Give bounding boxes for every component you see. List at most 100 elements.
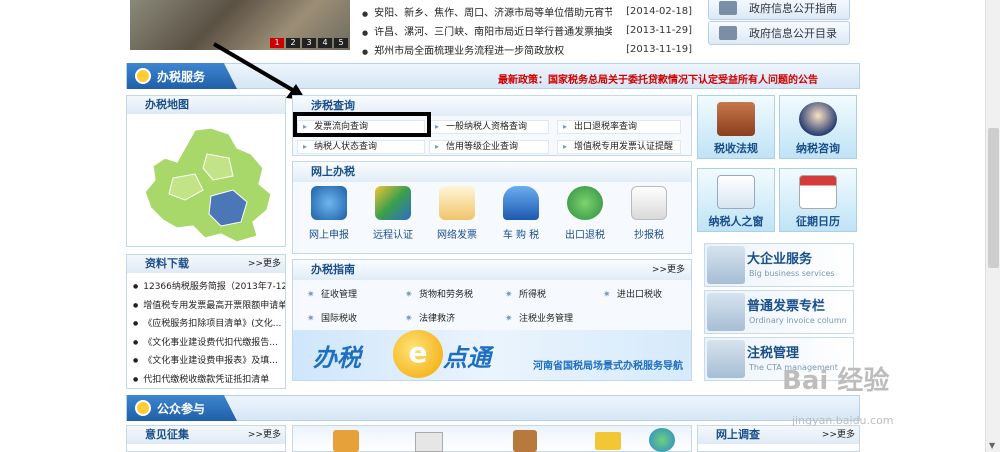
e-point-banner[interactable]: 办税 e 点通 河南省国税局场景式办税服务导航 <box>293 330 691 380</box>
opinion-header: 意见征集 >>更多 <box>127 426 285 444</box>
henan-map[interactable] <box>133 118 283 244</box>
photo-page-5[interactable]: 5 <box>334 38 348 48</box>
online-tax-title: 网上办税 <box>293 162 691 182</box>
law-book-icon <box>717 102 755 136</box>
public-participation-tag: 公众参与 <box>127 395 237 421</box>
online-tax-box: 网上办税 网上申报 远程认证 网络发票 车 购 税 出口退税 抄报税 <box>292 161 692 254</box>
guide-international-tax[interactable]: 国际税收 <box>307 308 357 330</box>
highlight-box <box>293 112 431 137</box>
guide-more-link[interactable]: >>更多 <box>652 260 685 280</box>
banner-e-logo: e <box>393 330 443 378</box>
opinion-more-link[interactable]: >>更多 <box>248 426 281 444</box>
news-title[interactable]: 安阳、新乡、焦作、周口、济源市局等单位借助元宵节、... <box>362 4 612 19</box>
cta-person-icon <box>707 340 745 378</box>
baidu-jingyan-watermark: Bai 经验 <box>782 366 890 396</box>
export-globe-icon <box>567 186 603 220</box>
envelope-icon[interactable] <box>595 432 621 450</box>
invoice-hand-icon <box>707 293 745 331</box>
download-more-link[interactable]: >>更多 <box>248 255 281 273</box>
banner-left-text: 办税 <box>313 344 361 372</box>
gov-info-guide-label: 政府信息公开指南 <box>749 2 837 15</box>
news-title[interactable]: 郑州市局全面梳理业务流程进一步简政放权 <box>362 42 612 57</box>
download-item[interactable]: 《文化事业建设费申报表》及填... <box>133 353 285 372</box>
survey-more-link[interactable]: >>更多 <box>822 426 855 444</box>
public-icons-strip <box>292 425 692 452</box>
download-header: 资料下载 >>更多 <box>127 255 285 273</box>
big-business-service[interactable]: 大企业服务 Big business services <box>704 243 854 287</box>
scrollbar-thumb[interactable] <box>988 128 999 268</box>
globe-icon <box>311 186 347 220</box>
scroll-down-arrow-icon[interactable]: ▼ <box>989 441 995 450</box>
public-participation-bar: 公众参与 <box>126 395 860 421</box>
guide-goods-services-tax[interactable]: 货物和劳务税 <box>405 284 473 306</box>
guide-legal-relief[interactable]: 法律救济 <box>405 308 455 330</box>
tax-law-tile[interactable]: 税收法规 <box>697 95 775 159</box>
remote-certify-button[interactable]: 远程认证 <box>361 186 425 241</box>
document-stack-icon[interactable] <box>415 432 443 452</box>
gov-info-catalog-label: 政府信息公开目录 <box>749 27 837 40</box>
download-item[interactable]: 12366纳税服务简报（2013年7-12... <box>133 279 285 298</box>
service-title: 注税管理 <box>747 346 800 361</box>
query-export-rebate-rate[interactable]: 出口退税率查询 <box>557 120 681 134</box>
document-icon <box>631 186 667 220</box>
query-credit-rating[interactable]: 信用等级企业查询 <box>429 140 549 154</box>
window-chart-icon <box>717 175 755 209</box>
service-subtitle: Big business services <box>749 269 835 278</box>
tax-map-panel: 办税地图 <box>126 95 286 247</box>
consultant-icon <box>799 102 837 136</box>
banner-caption: 河南省国税局场景式办税服务导航 <box>533 361 683 372</box>
download-panel: 资料下载 >>更多 12366纳税服务简报（2013年7-12... 增值税专用发… <box>126 254 286 389</box>
tax-calendar-tile[interactable]: 征期日历 <box>779 168 857 232</box>
watermark-url: jingyan.baidu.com <box>792 414 894 427</box>
service-title: 大企业服务 <box>747 252 813 267</box>
query-vat-invoice-reminder[interactable]: 增值税专用发票认证提醒 <box>557 140 681 154</box>
guide-collection-management[interactable]: 征收管理 <box>307 284 357 306</box>
gov-info-catalog-button[interactable]: 政府信息公开目录 <box>708 21 850 45</box>
query-taxpayer-status[interactable]: 纳税人状态查询 <box>297 140 425 154</box>
online-invoice-button[interactable]: 网络发票 <box>425 186 489 241</box>
banner-right-text: 点通 <box>443 344 491 372</box>
tax-consult-label: 纳税咨询 <box>796 142 840 155</box>
export-rebate-button[interactable]: 出口退税 <box>553 186 617 241</box>
online-declare-button[interactable]: 网上申报 <box>297 186 361 241</box>
news-title[interactable]: 许昌、漯河、三门峡、南阳市局近日举行普通发票抽奖仪... <box>362 23 612 38</box>
vertical-scrollbar[interactable]: ▼ <box>985 0 1000 452</box>
copy-report-button[interactable]: 抄报税 <box>617 186 681 241</box>
online-invoice-label: 网络发票 <box>437 230 477 241</box>
opinion-panel: 意见征集 >>更多 <box>126 425 286 452</box>
tax-consult-tile[interactable]: 纳税咨询 <box>779 95 857 159</box>
news-item[interactable]: 郑州市局全面梳理业务流程进一步简政放权 [2013-11-19] <box>362 40 692 59</box>
download-title: 资料下载 <box>145 257 189 270</box>
certify-icon <box>375 186 411 220</box>
download-list: 12366纳税服务简报（2013年7-12... 增值税专用发票最高开票限额申请… <box>127 273 285 390</box>
mailbox-icon[interactable] <box>333 430 359 452</box>
copy-report-label: 抄报税 <box>634 230 664 241</box>
download-item[interactable]: 增值税专用发票最高开票限额申请单 <box>133 298 285 317</box>
survey-panel: 网上调查 >>更多 <box>697 425 860 452</box>
guide-tax-agent-management[interactable]: 注税业务管理 <box>505 308 573 330</box>
guide-income-tax[interactable]: 所得税 <box>505 284 546 306</box>
guide-icon <box>719 1 737 15</box>
chat-bubble-icon[interactable] <box>649 428 675 452</box>
news-item[interactable]: 许昌、漯河、三门峡、南阳市局近日举行普通发票抽奖仪... [2013-11-29] <box>362 21 692 40</box>
download-item[interactable]: 《文化事业建设费代扣代缴报告... <box>133 335 285 354</box>
vehicle-tax-button[interactable]: 车 购 税 <box>489 186 553 241</box>
gov-info-guide-button[interactable]: 政府信息公开指南 <box>708 0 850 20</box>
tax-guide-title: 办税指南 <box>311 263 355 276</box>
download-item[interactable]: 代扣代缴税收缴款凭证抵扣清单 <box>133 372 285 391</box>
car-icon <box>503 186 539 220</box>
guide-import-export-tax[interactable]: 进出口税收 <box>603 284 662 306</box>
ordinary-invoice-column[interactable]: 普通发票专栏 Ordinary invoice column <box>704 290 854 334</box>
person-card-icon[interactable] <box>513 430 537 452</box>
query-general-taxpayer[interactable]: 一般纳税人资格查询 <box>429 120 549 134</box>
taxpayer-window-tile[interactable]: 纳税人之窗 <box>697 168 775 232</box>
public-logo-icon <box>135 400 151 416</box>
photo-page-4[interactable]: 4 <box>318 38 332 48</box>
news-item[interactable]: 安阳、新乡、焦作、周口、济源市局等单位借助元宵节、... [2014-02-18] <box>362 2 692 21</box>
latest-policy-notice[interactable]: 最新政策：国家税务总局关于委托贷款情况下认定受益所有人问题的公告 <box>498 71 818 86</box>
tax-map-title: 办税地图 <box>127 96 285 114</box>
opinion-title: 意见征集 <box>145 428 189 441</box>
online-declare-label: 网上申报 <box>309 230 349 241</box>
download-item[interactable]: 《应税服务扣除项目清单》(文化... <box>133 316 285 335</box>
survey-title: 网上调查 <box>716 428 760 441</box>
